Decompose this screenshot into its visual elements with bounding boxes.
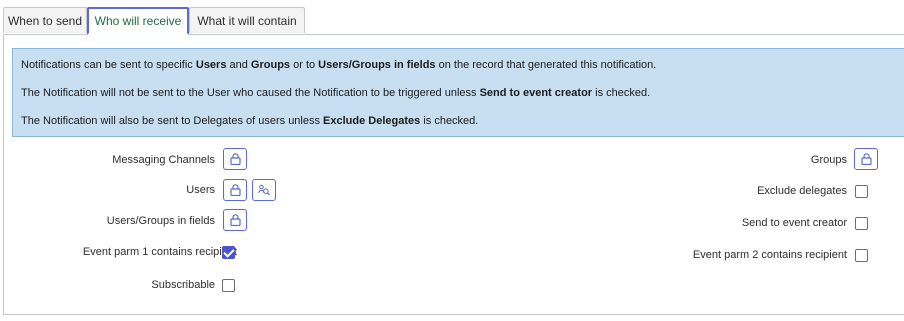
tab-who-will-receive[interactable]: Who will receive — [87, 7, 189, 35]
tab-what-it-will-contain[interactable]: What it will contain — [189, 7, 305, 33]
event-parm2-checkbox[interactable] — [855, 249, 868, 262]
event-parm1-checkbox[interactable] — [222, 246, 235, 259]
lock-icon — [229, 153, 241, 165]
groups-unlock-button[interactable] — [854, 148, 878, 170]
info-message: Notifications can be sent to specific Us… — [12, 48, 904, 137]
messaging-channels-label: Messaging Channels — [112, 154, 215, 166]
info-line-3: The Notification will also be sent to De… — [21, 115, 479, 127]
send-to-event-creator-checkbox[interactable] — [855, 217, 868, 230]
subscribable-label: Subscribable — [151, 279, 215, 291]
send-to-event-creator-label: Send to event creator — [741, 217, 847, 229]
users-unlock-button[interactable] — [223, 179, 247, 201]
event-parm1-label: Event parm 1 contains recipient — [82, 246, 237, 258]
messaging-channels-unlock-button[interactable] — [223, 148, 247, 170]
exclude-delegates-checkbox[interactable] — [855, 185, 868, 198]
users-groups-in-fields-label: Users/Groups in fields — [106, 215, 215, 227]
lock-icon — [229, 214, 241, 226]
event-parm2-label: Event parm 2 contains recipient — [692, 249, 847, 261]
info-line-2: The Notification will not be sent to the… — [21, 87, 651, 99]
users-groups-in-fields-unlock-button[interactable] — [223, 209, 247, 231]
users-label: Users — [186, 184, 215, 196]
groups-label: Groups — [810, 154, 847, 166]
users-lookup-button[interactable] — [252, 179, 276, 201]
lock-icon — [860, 153, 872, 165]
tab-when-to-send[interactable]: When to send — [3, 7, 87, 33]
subscribable-checkbox[interactable] — [222, 279, 235, 292]
group-lookup-icon — [258, 184, 270, 196]
lock-icon — [229, 184, 241, 196]
exclude-delegates-label: Exclude delegates — [757, 185, 847, 197]
tab-panel: Notifications can be sent to specific Us… — [3, 34, 904, 315]
info-line-1: Notifications can be sent to specific Us… — [21, 59, 657, 71]
